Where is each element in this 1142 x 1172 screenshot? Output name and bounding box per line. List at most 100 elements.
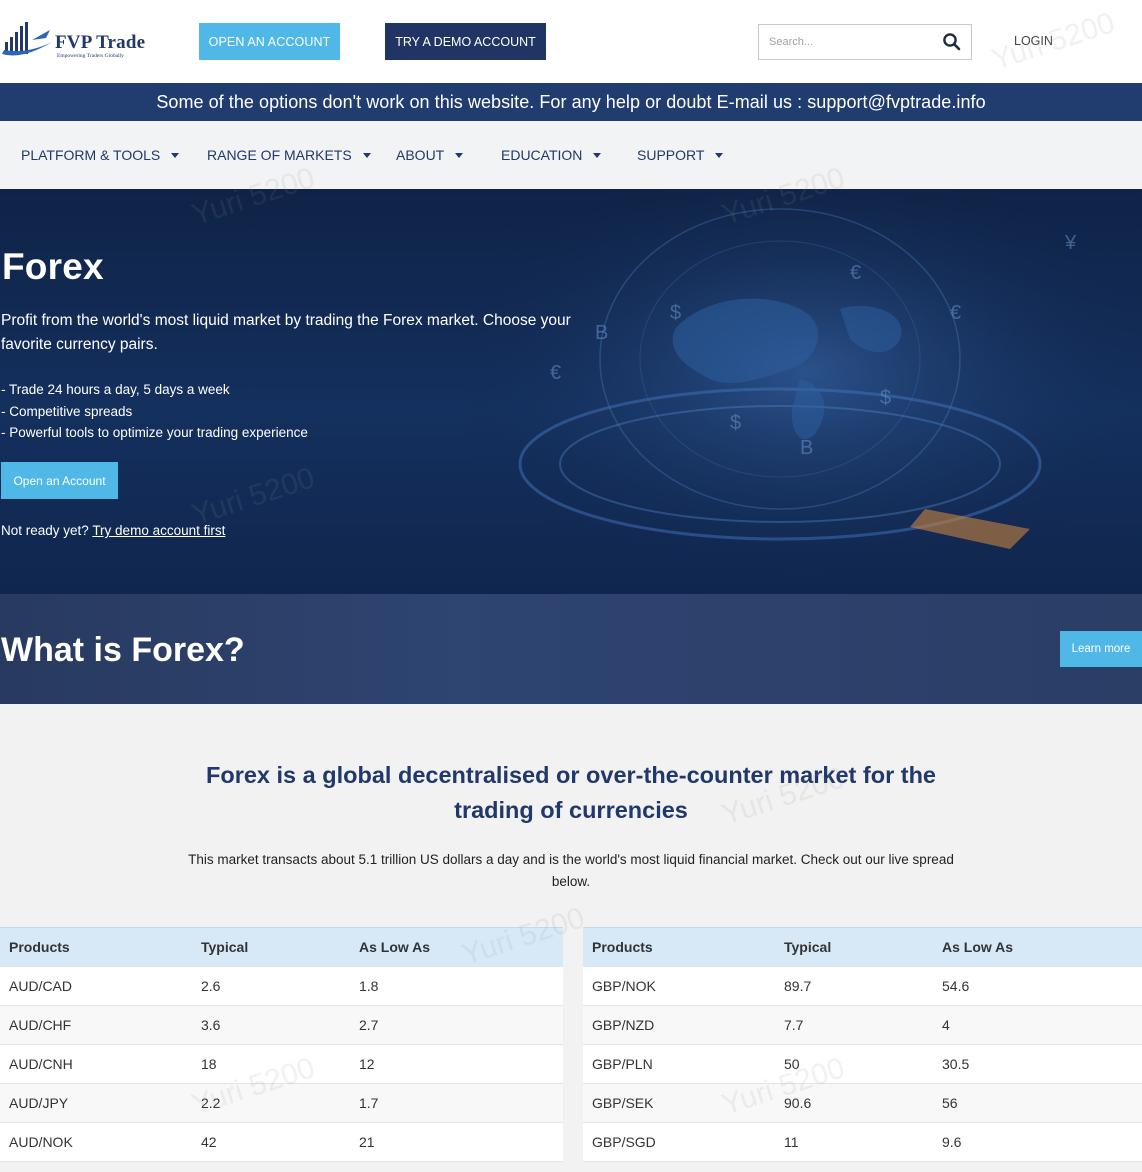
as-low-as-cell: 56 <box>933 1083 1142 1123</box>
spread-table-left: Products Typical As Low As AUD/CAD 2.6 1… <box>0 927 563 1162</box>
typical-cell: 89.7 <box>775 966 933 1006</box>
column-header-products: Products <box>583 927 775 967</box>
open-account-button[interactable]: OPEN AN ACCOUNT <box>199 23 340 60</box>
nav-label: PLATFORM & TOOLS <box>21 147 161 163</box>
nav-item-platform-tools[interactable]: PLATFORM & TOOLS <box>21 147 180 163</box>
table-row: AUD/CAD 2.6 1.8 <box>0 966 563 1006</box>
logo-tagline: Empowering Traders Globally <box>57 53 124 59</box>
svg-text:$: $ <box>670 302 681 324</box>
table-row: AUD/CHF 3.6 2.7 <box>0 1005 563 1045</box>
demo-account-button[interactable]: TRY A DEMO ACCOUNT <box>385 23 546 60</box>
svg-text:¥: ¥ <box>1064 232 1077 254</box>
svg-text:€: € <box>850 262 861 284</box>
section-description: This market transacts about 5.1 trillion… <box>188 852 954 889</box>
table-header-row: Products Typical As Low As <box>0 927 563 967</box>
svg-text:$: $ <box>730 412 741 434</box>
search-box <box>758 24 972 60</box>
section-title: Forex is a global decentralised or over-… <box>206 762 936 823</box>
product-cell: GBP/SGD <box>583 1122 775 1162</box>
typical-cell: 18 <box>192 1044 350 1084</box>
product-cell: AUD/JPY <box>0 1083 192 1123</box>
search-icon[interactable] <box>942 32 962 52</box>
table-header-row: Products Typical As Low As <box>583 927 1142 967</box>
chevron-down-icon <box>593 152 602 158</box>
site-header: FVP Trade Empowering Traders Globally OP… <box>0 0 1142 83</box>
column-header-products: Products <box>0 927 192 967</box>
table-row: AUD/NOK 42 21 <box>0 1122 563 1162</box>
column-header-typical: Typical <box>775 927 933 967</box>
notice-text: Some of the options don't work on this w… <box>156 91 986 112</box>
nav-label: ABOUT <box>396 147 445 163</box>
typical-cell: 90.6 <box>775 1083 933 1123</box>
main-nav: PLATFORM & TOOLS RANGE OF MARKETS ABOUT … <box>0 121 1142 189</box>
as-low-as-cell: 12 <box>350 1044 563 1084</box>
spread-table-right: Products Typical As Low As GBP/NOK 89.7 … <box>583 927 1142 1162</box>
hero-feature-list: - Trade 24 hours a day, 5 days a week - … <box>1 379 308 444</box>
typical-cell: 42 <box>192 1122 350 1162</box>
product-cell: GBP/NZD <box>583 1005 775 1045</box>
table-row: GBP/PLN 50 30.5 <box>583 1044 1142 1084</box>
logo-bars-icon <box>2 22 52 56</box>
table-row: AUD/CNH 18 12 <box>0 1044 563 1084</box>
as-low-as-cell: 1.8 <box>350 966 563 1006</box>
nav-label: EDUCATION <box>501 147 583 163</box>
list-item: - Trade 24 hours a day, 5 days a week <box>1 382 230 397</box>
search-input[interactable] <box>769 33 929 51</box>
svg-text:€: € <box>950 302 961 324</box>
hero-intro: Profit from the world's most liquid mark… <box>1 312 571 353</box>
nav-item-about[interactable]: ABOUT <box>396 147 464 163</box>
chevron-down-icon <box>715 152 724 158</box>
svg-text:$: $ <box>880 387 891 409</box>
nav-item-education[interactable]: EDUCATION <box>501 147 602 163</box>
table-row: GBP/NZD 7.7 4 <box>583 1005 1142 1045</box>
nav-label: RANGE OF MARKETS <box>207 147 352 163</box>
product-cell: GBP/SEK <box>583 1083 775 1123</box>
typical-cell: 50 <box>775 1044 933 1084</box>
product-cell: AUD/CHF <box>0 1005 192 1045</box>
table-row: GBP/SGD 11 9.6 <box>583 1122 1142 1162</box>
typical-cell: 11 <box>775 1122 933 1162</box>
notice-bar: Some of the options don't work on this w… <box>0 83 1142 121</box>
chevron-down-icon <box>362 152 371 158</box>
nav-item-support[interactable]: SUPPORT <box>637 147 724 163</box>
login-link[interactable]: LOGIN <box>1014 34 1053 48</box>
not-ready-label: Not ready yet? <box>1 523 89 538</box>
column-header-as-low-as: As Low As <box>933 927 1142 967</box>
list-item: - Powerful tools to optimize your tradin… <box>1 425 308 440</box>
as-low-as-cell: 21 <box>350 1122 563 1162</box>
not-ready-text: Not ready yet? Try demo account first <box>1 523 225 538</box>
product-cell: AUD/CNH <box>0 1044 192 1084</box>
svg-text:€: € <box>550 362 561 384</box>
typical-cell: 3.6 <box>192 1005 350 1045</box>
logo[interactable]: FVP Trade Empowering Traders Globally <box>2 18 152 62</box>
typical-cell: 2.6 <box>192 966 350 1006</box>
chevron-down-icon <box>171 152 180 158</box>
demo-account-link[interactable]: Try demo account first <box>92 523 225 538</box>
hero-title: Forex <box>2 246 104 287</box>
learn-more-button[interactable]: Learn more <box>1060 631 1142 667</box>
product-cell: GBP/NOK <box>583 966 775 1006</box>
svg-text:B: B <box>595 322 608 344</box>
column-header-typical: Typical <box>192 927 350 967</box>
product-cell: AUD/NOK <box>0 1122 192 1162</box>
table-row: GBP/NOK 89.7 54.6 <box>583 966 1142 1006</box>
as-low-as-cell: 9.6 <box>933 1122 1142 1162</box>
as-low-as-cell: 54.6 <box>933 966 1142 1006</box>
as-low-as-cell: 2.7 <box>350 1005 563 1045</box>
table-row: AUD/JPY 2.2 1.7 <box>0 1083 563 1123</box>
svg-text:B: B <box>800 437 813 459</box>
logo-text: FVP Trade <box>55 32 146 53</box>
nav-label: SUPPORT <box>637 147 705 163</box>
as-low-as-cell: 30.5 <box>933 1044 1142 1084</box>
product-cell: AUD/CAD <box>0 966 192 1006</box>
typical-cell: 7.7 <box>775 1005 933 1045</box>
table-row: GBP/SEK 90.6 56 <box>583 1083 1142 1123</box>
hero-open-account-button[interactable]: Open an Account <box>1 462 118 499</box>
typical-cell: 2.2 <box>192 1083 350 1123</box>
nav-item-range-of-markets[interactable]: RANGE OF MARKETS <box>207 147 371 163</box>
band-title: What is Forex? <box>1 631 245 669</box>
as-low-as-cell: 1.7 <box>350 1083 563 1123</box>
product-cell: GBP/PLN <box>583 1044 775 1084</box>
as-low-as-cell: 4 <box>933 1005 1142 1045</box>
chevron-down-icon <box>455 152 464 158</box>
